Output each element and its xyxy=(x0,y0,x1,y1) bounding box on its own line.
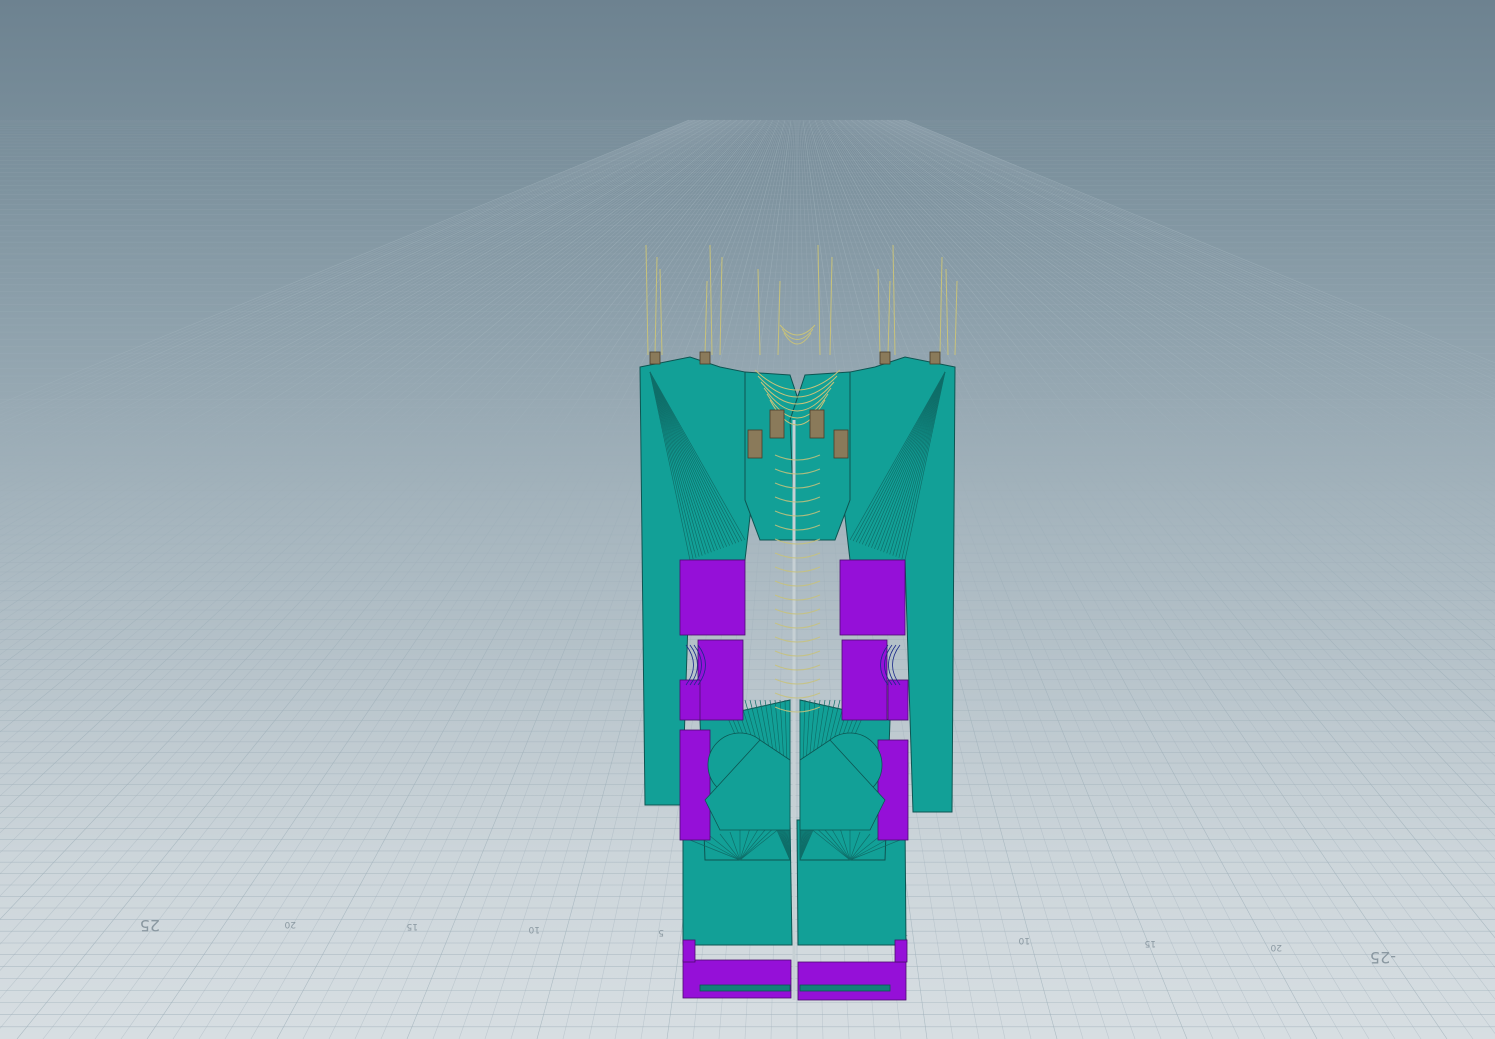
grid-label-left-20: 20 xyxy=(284,919,296,929)
model-body-teal xyxy=(639,356,956,946)
grid-label-right-major: -25 xyxy=(1370,948,1396,967)
scene-canvas[interactable]: 25 20 15 10 5 5 10 15 20 -25 xyxy=(0,0,1495,1039)
grid-label-right-20: 20 xyxy=(1270,942,1282,952)
grid-label-right-10: 10 xyxy=(1018,935,1030,945)
3d-viewport[interactable]: 25 20 15 10 5 5 10 15 20 -25 xyxy=(0,0,1495,1039)
grid-label-right-15: 15 xyxy=(1145,938,1156,948)
3d-model-assembly[interactable] xyxy=(639,244,958,1001)
grid-label-left-10: 10 xyxy=(528,924,540,934)
grid-label-left-major: 25 xyxy=(140,916,160,935)
grid-label-left-5: 5 xyxy=(658,927,664,937)
grid-label-left-15: 15 xyxy=(407,921,418,931)
